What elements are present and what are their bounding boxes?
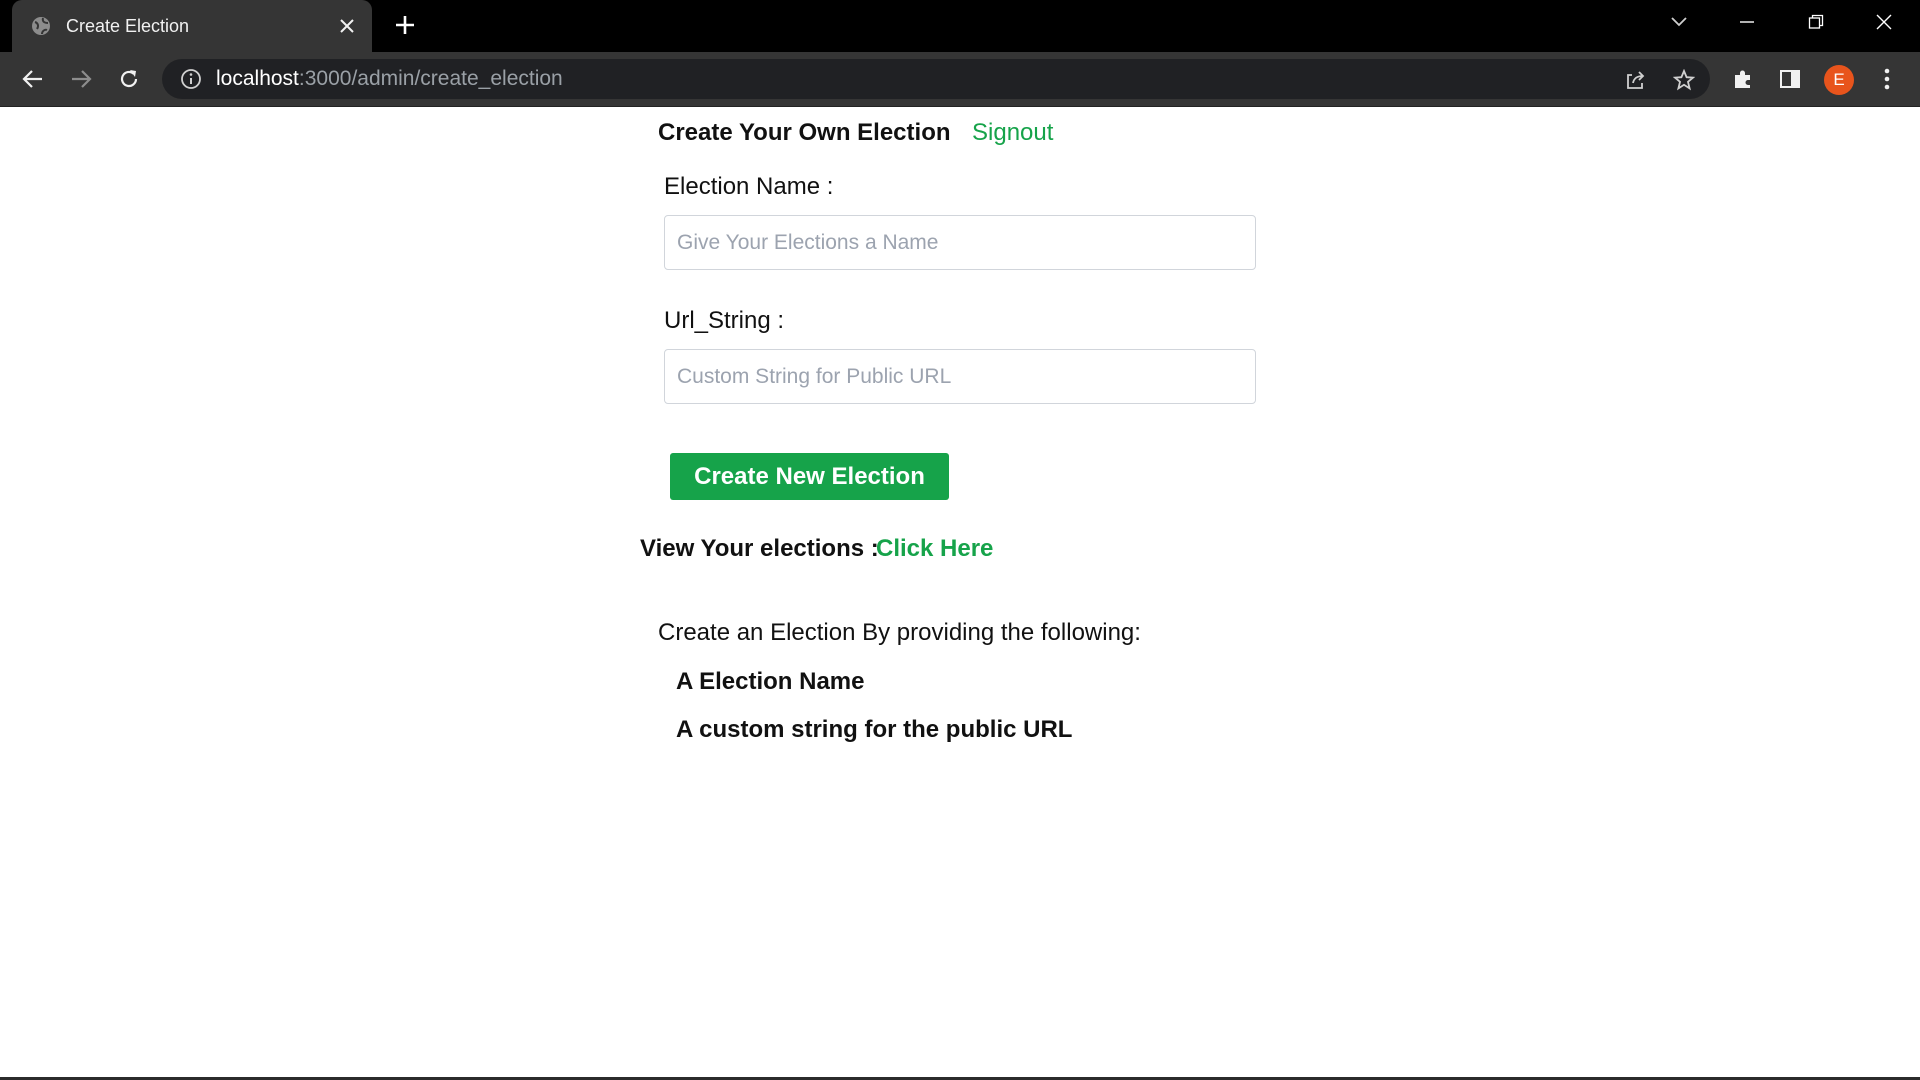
close-tab-icon[interactable] — [336, 15, 358, 37]
url-string-input[interactable] — [664, 349, 1256, 404]
site-info-icon[interactable] — [180, 68, 202, 90]
url-string-label: Url_String : — [664, 307, 785, 334]
url-path: :3000/admin/create_election — [298, 67, 563, 90]
page-title: Create Your Own Election — [658, 119, 951, 146]
minimize-icon[interactable] — [1731, 8, 1763, 36]
reload-icon[interactable] — [115, 65, 143, 93]
view-elections-label: View Your elections : — [640, 535, 879, 562]
address-bar[interactable]: localhost:3000/admin/create_election — [162, 59, 1710, 99]
requirement-item: A custom string for the public URL — [676, 716, 1073, 743]
extensions-icon[interactable] — [1730, 66, 1756, 92]
signout-link[interactable]: Signout — [972, 119, 1053, 147]
view-elections-link[interactable]: Click Here — [876, 535, 993, 563]
election-name-label: Election Name : — [664, 173, 834, 200]
profile-avatar[interactable]: E — [1824, 65, 1854, 95]
back-icon[interactable] — [19, 65, 47, 93]
menu-icon[interactable] — [1874, 66, 1900, 92]
bookmark-star-icon[interactable] — [1672, 68, 1696, 92]
requirement-item: A Election Name — [676, 668, 865, 695]
share-icon[interactable] — [1623, 68, 1647, 92]
url-host: localhost — [216, 67, 299, 90]
globe-icon — [30, 15, 52, 37]
side-panel-icon[interactable] — [1777, 66, 1803, 92]
restore-icon[interactable] — [1800, 8, 1832, 36]
browser-toolbar: localhost:3000/admin/create_election E — [0, 52, 1920, 107]
tab-search-icon[interactable] — [1663, 8, 1695, 36]
instructions-text: Create an Election By providing the foll… — [658, 619, 1141, 646]
new-tab-icon[interactable] — [392, 12, 418, 38]
page-content: Create Your Own Election Signout Electio… — [0, 107, 1920, 1080]
create-election-button[interactable]: Create New Election — [670, 453, 949, 500]
election-name-input[interactable] — [664, 215, 1256, 270]
close-window-icon[interactable] — [1868, 8, 1900, 36]
browser-tab[interactable]: Create Election — [12, 0, 372, 52]
requirements-list: A Election Name A custom string for the … — [676, 667, 1072, 763]
forward-icon[interactable] — [67, 65, 95, 93]
tab-title: Create Election — [66, 15, 190, 36]
browser-tab-bar: Create Election — [0, 0, 1920, 52]
